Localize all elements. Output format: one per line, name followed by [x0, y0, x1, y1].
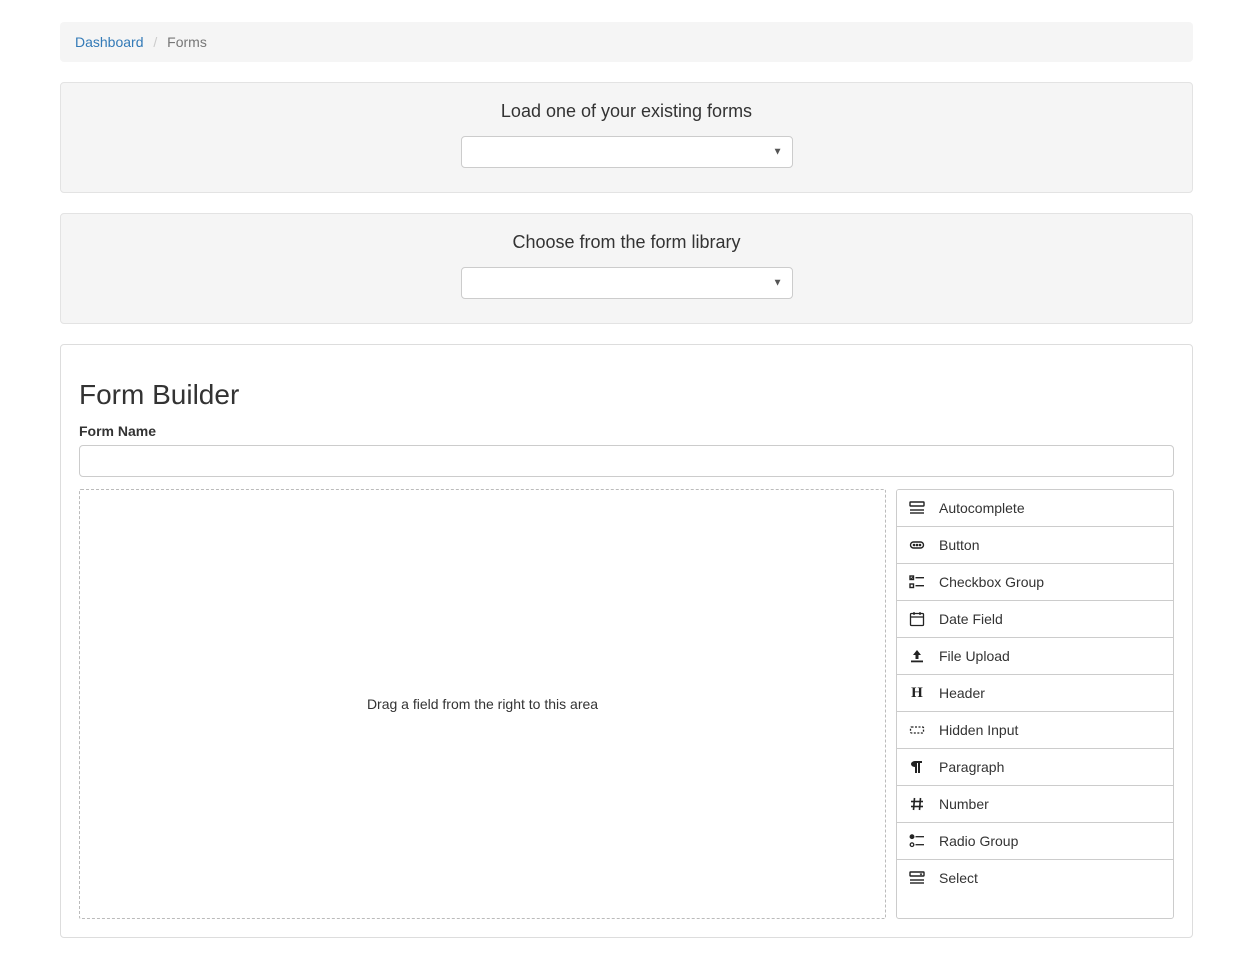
palette-item-radio-group[interactable]: Radio Group [897, 823, 1173, 860]
palette-item-label: Select [939, 870, 978, 886]
load-existing-well: Load one of your existing forms ▼ [60, 82, 1193, 193]
palette-item-label: Number [939, 796, 989, 812]
breadcrumb-current: Forms [167, 34, 207, 50]
checkbox-group-icon [909, 574, 925, 590]
palette-item-select[interactable]: Select [897, 860, 1173, 896]
palette-item-upload[interactable]: File Upload [897, 638, 1173, 675]
autocomplete-icon [909, 500, 925, 516]
palette-item-label: File Upload [939, 648, 1010, 664]
palette-item-label: Autocomplete [939, 500, 1025, 516]
breadcrumb-dashboard-link[interactable]: Dashboard [75, 34, 144, 50]
palette-item-autocomplete[interactable]: Autocomplete [897, 490, 1173, 527]
upload-icon [909, 648, 925, 664]
radio-group-icon [909, 833, 925, 849]
palette-item-label: Paragraph [939, 759, 1004, 775]
select-icon [909, 870, 925, 886]
breadcrumb: Dashboard / Forms [60, 22, 1193, 62]
palette-item-label: Date Field [939, 611, 1003, 627]
palette-item-label: Button [939, 537, 979, 553]
form-builder-panel: Form Builder Form Name Drag a field from… [60, 344, 1193, 938]
breadcrumb-separator: / [147, 34, 163, 50]
date-icon [909, 611, 925, 627]
palette-item-date[interactable]: Date Field [897, 601, 1173, 638]
palette-item-checkbox-group[interactable]: Checkbox Group [897, 564, 1173, 601]
palette-item-number[interactable]: Number [897, 786, 1173, 823]
palette-item-hidden[interactable]: Hidden Input [897, 712, 1173, 749]
drop-area-hint: Drag a field from the right to this area [367, 696, 598, 712]
form-builder-heading: Form Builder [79, 379, 1174, 411]
drop-area[interactable]: Drag a field from the right to this area [79, 489, 886, 919]
library-title: Choose from the form library [76, 232, 1177, 253]
palette-item-label: Radio Group [939, 833, 1018, 849]
palette-item-label: Header [939, 685, 985, 701]
load-existing-title: Load one of your existing forms [76, 101, 1177, 122]
palette-item-label: Checkbox Group [939, 574, 1044, 590]
library-select[interactable] [461, 267, 793, 299]
palette-item-label: Hidden Input [939, 722, 1018, 738]
button-icon [909, 537, 925, 553]
paragraph-icon [909, 759, 925, 775]
palette-item-header[interactable]: H Header [897, 675, 1173, 712]
field-palette: Autocomplete Button Checkbox Group Date Fie… [896, 489, 1174, 919]
load-existing-select[interactable] [461, 136, 793, 168]
palette-item-button[interactable]: Button [897, 527, 1173, 564]
library-well: Choose from the form library ▼ [60, 213, 1193, 324]
form-name-label: Form Name [79, 423, 1174, 439]
hidden-icon [909, 722, 925, 738]
form-name-input[interactable] [79, 445, 1174, 477]
header-icon: H [909, 685, 925, 701]
number-icon [909, 796, 925, 812]
palette-item-paragraph[interactable]: Paragraph [897, 749, 1173, 786]
